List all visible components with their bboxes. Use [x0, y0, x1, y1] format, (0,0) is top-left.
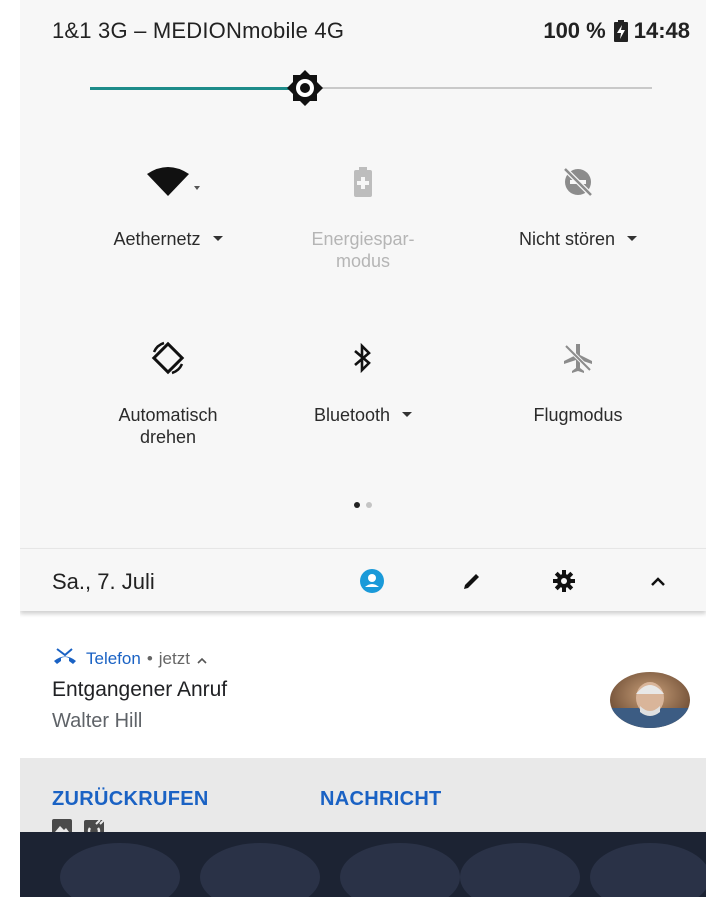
dropdown-caret-icon[interactable]: [627, 236, 638, 241]
bluetooth-icon: [263, 338, 463, 378]
tile-auto-rotate-label-line2: drehen: [139, 427, 197, 447]
brightness-sun-icon[interactable]: [287, 70, 323, 106]
dropdown-caret-icon[interactable]: [402, 412, 413, 417]
tile-battery-saver[interactable]: Energiespar- modus: [263, 162, 463, 272]
quick-settings-panel: 1&1 3G – MEDIONmobile 4G 100 % 14:48 Aet…: [20, 0, 706, 548]
page-indicator: [354, 502, 372, 508]
notification-header: Telefon • jetzt: [52, 646, 208, 671]
clock: 14:48: [633, 18, 690, 43]
notification-title: Entgangener Anruf: [52, 678, 228, 701]
wifi-icon: [68, 162, 268, 202]
missed-call-notification[interactable]: Telefon • jetzt Entgangener Anruf Walter…: [20, 618, 706, 758]
carrier-label: 1&1 3G – MEDIONmobile 4G: [52, 18, 345, 43]
expand-chevron-icon[interactable]: [196, 649, 208, 669]
battery-percent: 100 %: [543, 18, 606, 43]
notification-time: jetzt: [158, 648, 190, 668]
tile-do-not-disturb[interactable]: Nicht stören: [478, 162, 678, 250]
page-dot: [366, 502, 372, 508]
date-label: Sa., 7. Juli: [52, 569, 155, 594]
tile-dnd-label: Nicht stören: [518, 229, 616, 249]
tile-wifi[interactable]: Aethernetz: [68, 162, 268, 250]
tile-battery-saver-label-line2: modus: [335, 251, 391, 271]
brightness-slider[interactable]: [90, 70, 652, 106]
home-screen-background: [20, 832, 706, 897]
edit-icon[interactable]: [458, 567, 486, 595]
tile-bluetooth-label: Bluetooth: [313, 405, 391, 425]
notification-app-name: Telefon: [86, 648, 141, 668]
page-dot-active: [354, 502, 360, 508]
notification-actions: ZURÜCKRUFEN NACHRICHT: [20, 758, 706, 838]
tile-airplane-mode[interactable]: Flugmodus: [478, 338, 678, 426]
message-button[interactable]: NACHRICHT: [320, 788, 442, 811]
collapse-chevron-icon[interactable]: [644, 567, 672, 595]
tile-battery-saver-label: Energiespar-: [311, 229, 415, 249]
airplane-mode-icon: [478, 338, 678, 378]
battery-saver-icon: [263, 162, 463, 202]
do-not-disturb-icon: [478, 162, 678, 202]
tile-auto-rotate-label: Automatisch: [118, 405, 218, 425]
missed-call-icon: [52, 646, 78, 671]
tile-bluetooth[interactable]: Bluetooth: [263, 338, 463, 426]
screen: 1&1 3G – MEDIONmobile 4G 100 % 14:48 Aet…: [20, 0, 706, 897]
tile-wifi-label: Aethernetz: [113, 229, 201, 249]
auto-rotate-icon: [68, 338, 268, 378]
dropdown-caret-icon[interactable]: [212, 236, 223, 241]
tile-auto-rotate[interactable]: Automatisch drehen: [68, 338, 268, 448]
user-account-icon[interactable]: [358, 567, 386, 595]
caller-avatar: [610, 672, 690, 728]
notification-separator: •: [146, 648, 153, 668]
brightness-track: [305, 87, 652, 89]
tile-airplane-label: Flugmodus: [533, 405, 623, 425]
status-right: 100 % 14:48: [543, 18, 690, 44]
date-bar: Sa., 7. Juli: [20, 548, 706, 611]
settings-gear-icon[interactable]: [550, 567, 578, 595]
brightness-track-filled: [90, 87, 305, 90]
notification-caller: Walter Hill: [52, 710, 143, 732]
callback-button[interactable]: ZURÜCKRUFEN: [52, 788, 209, 811]
battery-charging-icon: [613, 20, 628, 42]
status-bar: 1&1 3G – MEDIONmobile 4G 100 % 14:48: [20, 0, 706, 62]
